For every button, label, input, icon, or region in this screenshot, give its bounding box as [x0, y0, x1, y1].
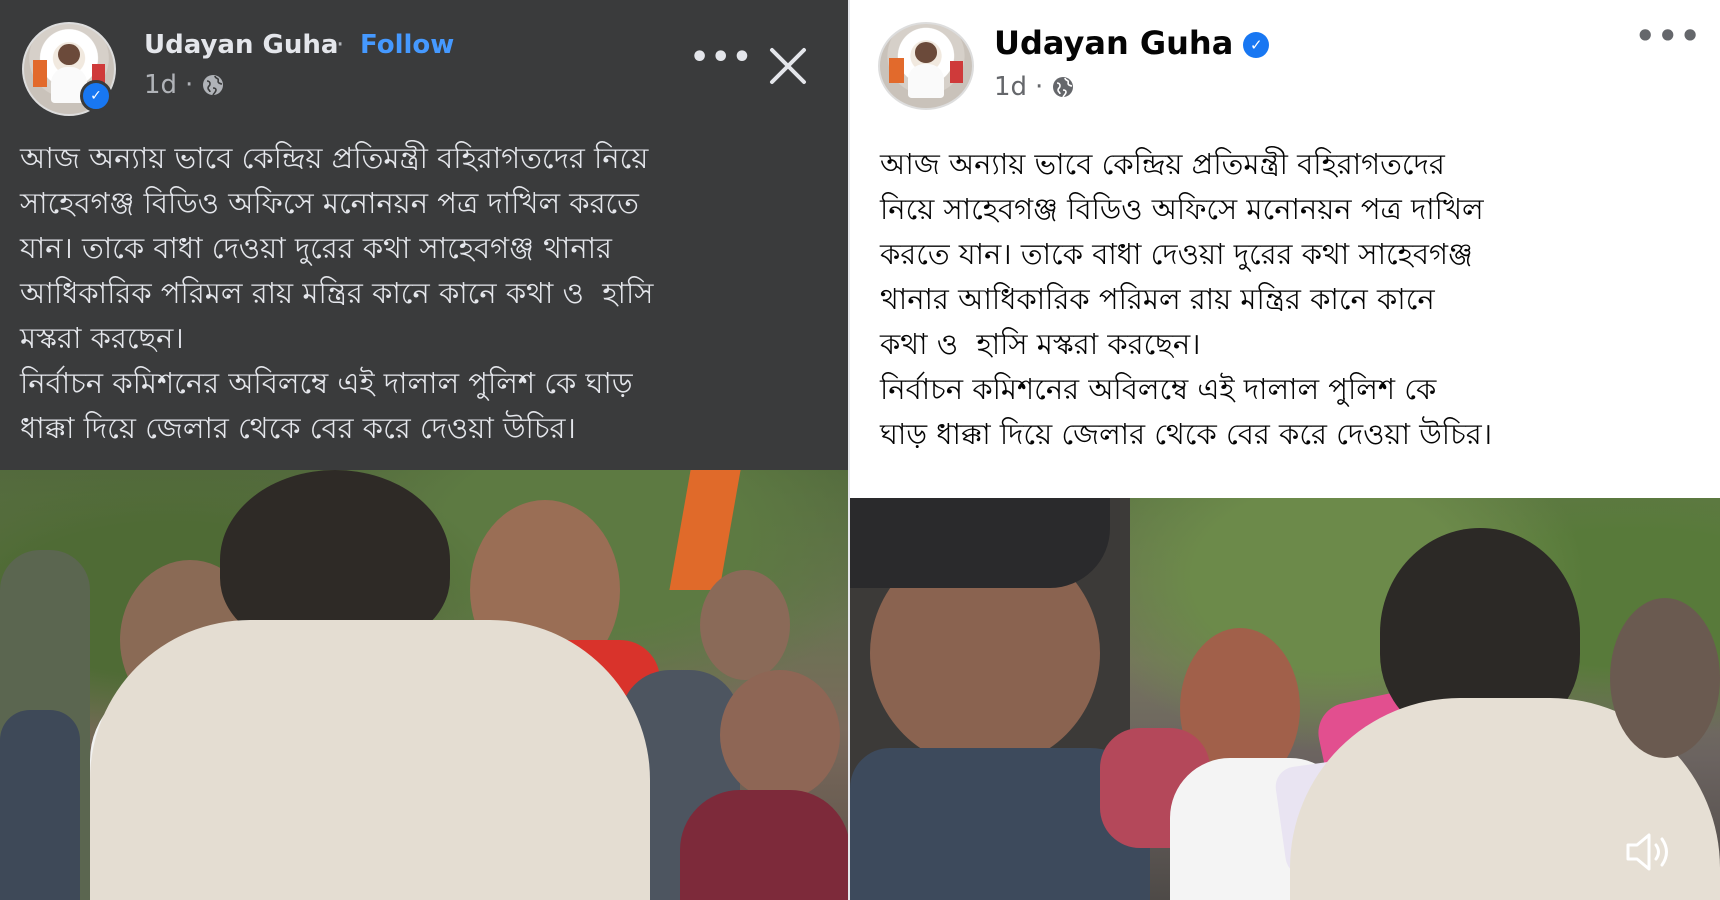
post-meta: 1d · — [144, 70, 225, 100]
post-video[interactable] — [850, 498, 1720, 900]
globe-icon — [203, 75, 224, 96]
speaker-icon[interactable] — [1624, 830, 1676, 874]
verified-badge-icon: ✓ — [80, 80, 112, 112]
name-separator: · — [336, 30, 345, 60]
post-text: আজ অন্যায় ভাবে কেন্দ্রিয় প্রতিমন্ত্রী … — [880, 147, 1493, 451]
verified-badge-icon: ✓ — [1243, 32, 1270, 58]
close-icon[interactable] — [766, 44, 810, 88]
follow-button[interactable]: Follow — [360, 30, 454, 60]
more-options-icon[interactable]: ••• — [690, 43, 754, 73]
author-name-text[interactable]: Udayan Guha — [994, 24, 1233, 62]
more-options-icon[interactable]: ••• — [1635, 20, 1702, 52]
globe-icon — [1053, 77, 1074, 98]
dark-mode-post: ✓ Udayan Guha · Follow 1d · ••• আজ অন্যা… — [0, 0, 848, 900]
post-time[interactable]: 1d — [994, 72, 1027, 102]
post-time[interactable]: 1d — [144, 70, 177, 100]
post-text: আজ অন্যায় ভাবে কেন্দ্রিয় প্রতিমন্ত্রী … — [20, 141, 654, 445]
author-name[interactable]: Udayan Guha ✓ — [994, 24, 1270, 62]
light-mode-post: Udayan Guha ✓ 1d · ••• আজ অন্যায় ভাবে কে… — [850, 0, 1720, 900]
author-name[interactable]: Udayan Guha — [144, 30, 338, 60]
post-meta: 1d · — [994, 72, 1075, 102]
author-avatar[interactable] — [878, 22, 974, 110]
meta-separator: · — [185, 70, 194, 100]
post-video[interactable] — [0, 470, 848, 900]
meta-separator: · — [1035, 72, 1044, 102]
